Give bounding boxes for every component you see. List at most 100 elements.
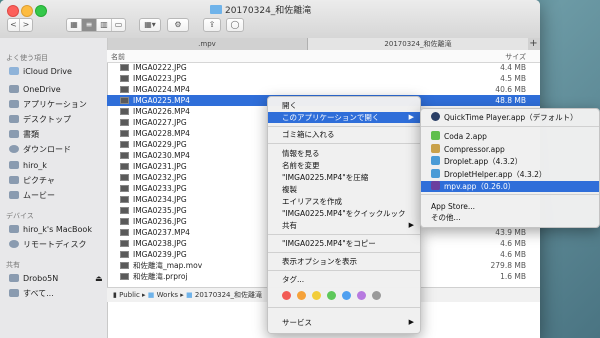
tab-current-folder[interactable]: 20170324_和佐離滝 (308, 38, 528, 50)
sidebar-item-home[interactable]: hiro_k (9, 160, 47, 172)
menu-item-open-with[interactable]: このアプリケーションで開く ▶ (268, 112, 420, 123)
menu-item-make-alias[interactable]: エイリアスを作成 (268, 196, 420, 207)
tag-color-dot[interactable] (297, 291, 306, 300)
menu-separator (268, 234, 420, 235)
window-title-text: 20170324_和佐離滝 (225, 6, 312, 16)
submenu-item-app-store[interactable]: App Store... (421, 201, 599, 212)
submenu-item-app[interactable]: Coda 2.app (421, 131, 599, 142)
app-icon (431, 181, 440, 190)
window-title: 20170324_和佐離滝 (210, 3, 311, 16)
table-row[interactable]: IMGA0224.MP4 40.6 MB (107, 84, 540, 95)
sidebar-item-desktop[interactable]: デスクトップ (9, 114, 71, 126)
file-thumbnail-icon (120, 240, 129, 247)
name-column-header[interactable]: 名前 (111, 52, 125, 62)
menu-item-share[interactable]: 共有 ▶ (268, 220, 420, 231)
submenu-item-app[interactable]: Compressor.app (421, 143, 599, 155)
cover-flow-icon[interactable]: ▭ (112, 19, 125, 31)
submenu-item-app[interactable]: mpv.app（0.26.0） (421, 181, 599, 192)
menu-label: DropletHelper.app（4.3.2） (444, 169, 547, 179)
tag-color-dot[interactable] (357, 291, 366, 300)
sidebar-item-movies[interactable]: ムービー (9, 190, 55, 202)
file-name: IMGA0234.JPG (133, 195, 187, 204)
table-row[interactable]: IMGA0222.JPG 4.4 MB (107, 62, 540, 73)
tag-color-dot[interactable] (372, 291, 381, 300)
file-thumbnail-icon (120, 75, 129, 82)
file-thumbnail-icon (120, 152, 129, 159)
menu-item-copy[interactable]: "IMGA0225.MP4"をコピー (268, 238, 420, 249)
minimize-button[interactable] (21, 5, 33, 17)
view-mode-buttons[interactable]: ▦ ≡ ▥ ▭ (66, 18, 126, 32)
arrange-button[interactable]: ▦▾ (139, 18, 161, 32)
sidebar-item-documents[interactable]: 書類 (9, 129, 39, 141)
file-thumbnail-icon (120, 97, 129, 104)
list-view-icon[interactable]: ≡ (82, 19, 97, 31)
sidebar-item-macbook[interactable]: hiro_k's MacBook (9, 224, 92, 236)
sidebar-item-applications[interactable]: アプリケーション (9, 99, 87, 111)
sidebar-item-all-shared[interactable]: すべて... (9, 288, 54, 300)
action-button[interactable]: ⚙ (167, 18, 189, 32)
tag-color-dot[interactable] (342, 291, 351, 300)
submenu-item-other[interactable]: その他... (421, 212, 599, 223)
applications-icon (9, 100, 19, 108)
sidebar-item-drobo[interactable]: Drobo5N ⏏ (9, 273, 103, 285)
close-button[interactable] (7, 5, 19, 17)
tag-color-dot[interactable] (327, 291, 336, 300)
file-name: IMGA0236.JPG (133, 217, 187, 226)
file-thumbnail-icon (120, 262, 129, 269)
path-public[interactable]: Public (119, 291, 140, 299)
submenu-item-quicktime[interactable]: QuickTime Player.app（デフォルト） (421, 112, 599, 123)
tab-mpv[interactable]: .mpv (107, 38, 308, 50)
menu-item-compress[interactable]: "IMGA0225.MP4"を圧縮 (268, 172, 420, 183)
file-thumbnail-icon (120, 64, 129, 71)
menu-item-open[interactable]: 開く (268, 100, 420, 111)
submenu-item-app[interactable]: Droplet.app（4.3.2） (421, 156, 599, 167)
title-bar: 20170324_和佐離滝 < > ▦ ≡ ▥ ▭ ▦▾ ⚙ ⇪ ◯ (0, 0, 540, 39)
back-button[interactable]: < (8, 19, 20, 31)
submenu-item-app[interactable]: DropletHelper.app（4.3.2） (421, 168, 599, 180)
file-size: 43.9 MB (495, 228, 526, 237)
sidebar: よく使う項目 iCloud Drive OneDrive アプリケーション デス… (0, 38, 108, 338)
forward-button[interactable]: > (20, 19, 32, 31)
file-name: IMGA0231.JPG (133, 162, 187, 171)
file-name: IMGA0232.JPG (133, 173, 187, 182)
menu-label: 共有 (282, 221, 297, 230)
quicktime-icon (431, 112, 440, 121)
menu-label: このアプリケーションで開く (282, 113, 380, 122)
sidebar-item-icloud[interactable]: iCloud Drive (9, 66, 72, 78)
menu-item-services[interactable]: サービス ▶ (268, 317, 420, 328)
add-tab-button[interactable]: + (527, 38, 540, 50)
file-name: IMGA0226.MP4 (133, 107, 190, 116)
menu-label: サービス (282, 318, 312, 327)
sidebar-item-remote-disc[interactable]: リモートディスク (9, 239, 86, 251)
sidebar-label: リモートディスク (23, 240, 87, 249)
tag-color-dot[interactable] (282, 291, 291, 300)
table-row[interactable]: IMGA0223.JPG 4.5 MB (107, 73, 540, 84)
zoom-button[interactable] (35, 5, 47, 17)
sidebar-item-pictures[interactable]: ピクチャ (9, 175, 55, 187)
file-name: 和佐離滝_map.mov (133, 261, 203, 270)
share-button[interactable]: ⇪ (203, 18, 221, 32)
menu-label: QuickTime Player.app（デフォルト） (444, 113, 578, 122)
menu-item-get-info[interactable]: 情報を見る (268, 148, 420, 159)
file-size: 48.8 MB (495, 96, 526, 105)
size-column-header[interactable]: サイズ (505, 52, 526, 62)
column-view-icon[interactable]: ▥ (97, 19, 112, 31)
menu-item-tags[interactable]: タグ... (268, 274, 420, 285)
tag-color-dot[interactable] (312, 291, 321, 300)
file-name: 和佐離滝.prproj (133, 272, 188, 281)
path-works[interactable]: Works (157, 291, 178, 299)
tag-button[interactable]: ◯ (226, 18, 244, 32)
back-forward-buttons[interactable]: < > (7, 18, 33, 32)
disc-icon (9, 240, 19, 248)
menu-item-trash[interactable]: ゴミ箱に入れる (268, 129, 420, 140)
sidebar-item-downloads[interactable]: ダウンロード (9, 144, 71, 156)
eject-icon[interactable]: ⏏ (95, 273, 103, 285)
menu-item-quick-look[interactable]: "IMGA0225.MP4"をクイックルック (268, 208, 420, 219)
server-icon (9, 274, 19, 282)
menu-item-duplicate[interactable]: 複製 (268, 184, 420, 195)
icon-view-icon[interactable]: ▦ (67, 19, 82, 31)
sidebar-item-onedrive[interactable]: OneDrive (9, 84, 61, 96)
menu-item-view-options[interactable]: 表示オプションを表示 (268, 256, 420, 267)
path-current[interactable]: 20170324_和佐離滝 (195, 291, 262, 299)
menu-item-rename[interactable]: 名前を変更 (268, 160, 420, 171)
